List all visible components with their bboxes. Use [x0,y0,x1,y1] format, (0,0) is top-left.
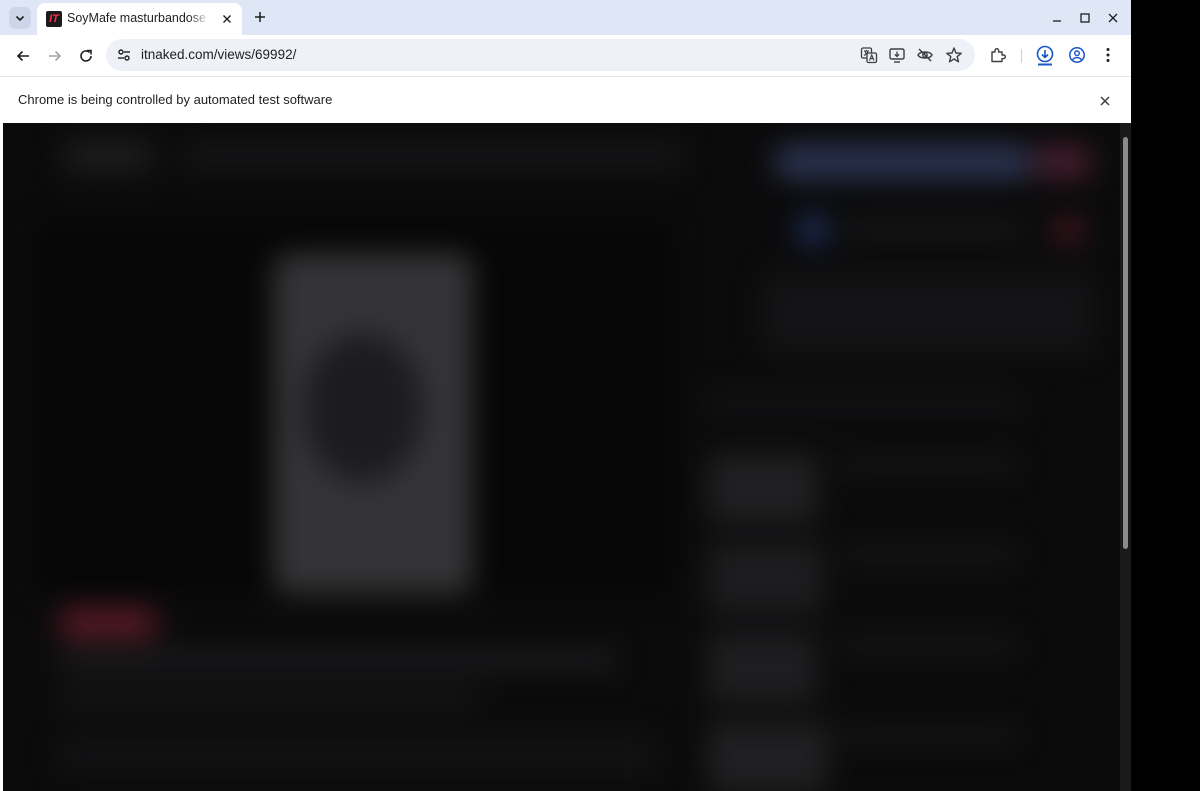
browser-window: IT SoyMafe masturbandose itnaked.com/vie… [0,0,1131,791]
profile-icon [1068,46,1086,64]
install-app-icon [888,46,906,64]
minimize-button[interactable] [1048,9,1066,27]
close-icon [1099,95,1111,107]
infobar-close-button[interactable] [1096,92,1114,110]
download-icon [1034,44,1056,66]
tab-search-button[interactable] [9,7,31,29]
star-icon [945,46,963,64]
install-app-button[interactable] [887,45,907,65]
blurred-overlay [3,123,1128,791]
maximize-button[interactable] [1076,9,1094,27]
back-icon [15,48,31,64]
downloads-button[interactable] [1034,44,1056,66]
site-info-icon [116,47,132,63]
translate-icon [860,46,878,64]
page-content-blurred [3,123,1128,791]
tab-title: SoyMafe masturbandose [67,11,206,25]
new-tab-button[interactable] [251,8,269,26]
extensions-button[interactable] [987,44,1009,66]
reload-button[interactable] [74,44,98,68]
menu-icon [1099,46,1117,64]
reload-icon [78,48,94,64]
back-button[interactable] [11,44,35,68]
toolbar-separator [1021,49,1022,63]
chrome-menu-button[interactable] [1097,44,1119,66]
close-icon [1107,12,1119,24]
infobar-message: Chrome is being controlled by automated … [18,92,333,107]
page-scrollbar[interactable] [1120,123,1131,791]
automation-infobar: Chrome is being controlled by automated … [0,76,1131,123]
profile-button[interactable] [1066,44,1088,66]
chevron-down-icon [14,12,26,24]
window-close-button[interactable] [1104,9,1122,27]
scrollbar-thumb[interactable] [1123,137,1128,549]
browser-toolbar: itnaked.com/views/69992/ [0,35,1131,76]
tab-close-button[interactable] [219,11,235,27]
close-icon [222,14,232,24]
translate-button[interactable] [859,45,879,65]
address-bar[interactable]: itnaked.com/views/69992/ [106,39,975,71]
maximize-icon [1079,12,1091,24]
forward-icon [47,48,63,64]
site-info-button[interactable] [115,46,133,64]
active-tab[interactable]: IT SoyMafe masturbandose [37,3,242,35]
plus-icon [254,11,266,23]
eye-off-icon [916,46,934,64]
url-text[interactable]: itnaked.com/views/69992/ [141,47,296,62]
site-favicon: IT [46,11,62,27]
title-bar: IT SoyMafe masturbandose [0,0,1131,35]
tracking-protection-button[interactable] [915,45,935,65]
extensions-icon [989,46,1007,64]
forward-button[interactable] [43,44,67,68]
bookmark-button[interactable] [944,45,964,65]
minimize-icon [1051,12,1063,24]
